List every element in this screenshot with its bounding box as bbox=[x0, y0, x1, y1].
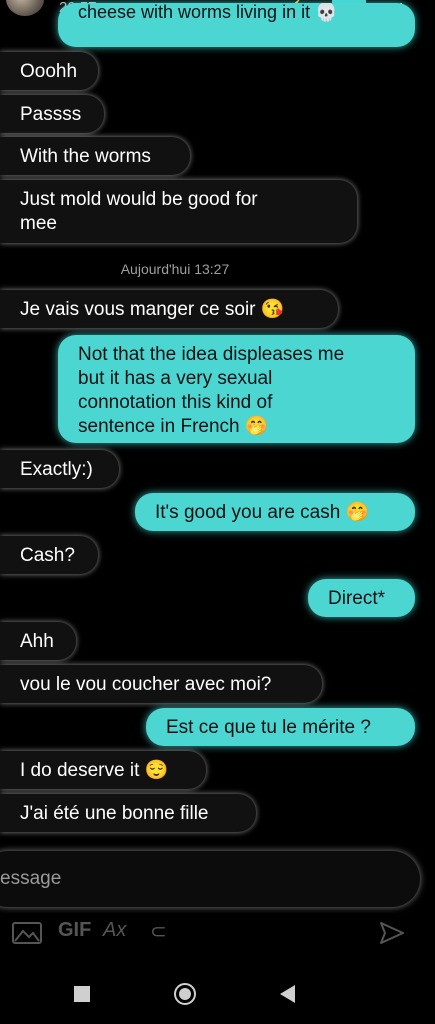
message-outgoing: Direct* bbox=[308, 579, 415, 617]
message-outgoing: It's good you are cash 🤭 bbox=[135, 493, 415, 531]
gallery-icon[interactable] bbox=[12, 921, 42, 951]
message-incoming: vou le vou coucher avec moi? bbox=[0, 665, 322, 703]
message-input-placeholder: essage bbox=[0, 868, 62, 889]
message-incoming: With the worms bbox=[0, 137, 190, 175]
back-button[interactable] bbox=[280, 985, 295, 1003]
text-style-icon[interactable]: Ax bbox=[103, 919, 126, 942]
message-incoming: Ooohh bbox=[0, 52, 98, 90]
message-incoming: Ahh bbox=[0, 622, 76, 660]
recents-button[interactable] bbox=[74, 986, 90, 1002]
attach-icon[interactable]: ⊂ bbox=[150, 919, 167, 944]
message-incoming: J'ai été une bonne fille bbox=[0, 794, 256, 832]
message-incoming: Exactly:) bbox=[0, 450, 119, 488]
message-incoming: Je vais vous manger ce soir 😘 bbox=[0, 290, 338, 328]
gif-icon[interactable]: GIF bbox=[58, 919, 91, 942]
home-button[interactable] bbox=[174, 983, 196, 1005]
system-nav-bar bbox=[0, 960, 435, 1024]
composer-toolbar: GIF Ax ⊂ bbox=[0, 919, 435, 955]
message-outgoing: Not that the idea displeases me but it h… bbox=[58, 335, 415, 443]
send-icon[interactable] bbox=[379, 921, 405, 951]
message-incoming: Just mold would be good for mee bbox=[0, 180, 357, 243]
message-incoming: Passss bbox=[0, 95, 104, 133]
date-separator: Aujourd'hui 13:27 bbox=[120, 261, 230, 277]
message-outgoing-cut: cheese with worms living in it 💀 bbox=[58, 3, 415, 47]
avatar[interactable] bbox=[6, 0, 44, 16]
message-incoming: I do deserve it 😌 bbox=[0, 751, 206, 789]
message-outgoing: Est ce que tu le mérite ? bbox=[146, 708, 415, 746]
message-incoming: Cash? bbox=[0, 536, 98, 574]
message-input[interactable] bbox=[0, 851, 420, 907]
